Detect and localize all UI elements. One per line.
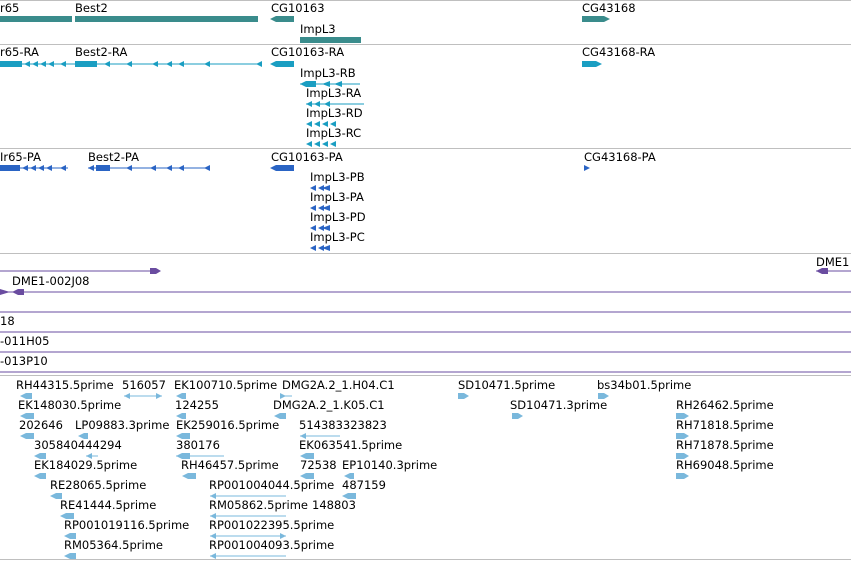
feature-label[interactable]: CG10163 (271, 2, 325, 15)
feature-label[interactable]: 305840444294 (34, 439, 122, 452)
feature-label[interactable]: RH44315.5prime (16, 379, 114, 392)
feature-label[interactable]: EK063541.5prime (299, 439, 402, 452)
feature-label[interactable]: LP09883.3prime (75, 419, 169, 432)
feature-label[interactable]: ImpL3 (300, 23, 336, 36)
feature-label[interactable]: CG10163-RA (271, 46, 344, 59)
feature-label[interactable]: RH71878.5prime (676, 439, 774, 452)
feature-label[interactable]: RH71818.5prime (676, 419, 774, 432)
feature-label[interactable]: RP001019116.5prime (64, 519, 189, 532)
feature-label[interactable]: ImpL3-RA (306, 87, 361, 100)
clone-track-glyphs (0, 268, 851, 373)
feature-label[interactable]: ImpL3-PA (310, 191, 364, 204)
feature-label[interactable]: 72538 (300, 459, 337, 472)
feature-label[interactable]: 514383323823 (299, 419, 387, 432)
feature-label[interactable]: 148803 (312, 499, 356, 512)
feature-label[interactable]: r65-RA (0, 46, 39, 59)
feature-glyphs (0, 16, 851, 559)
protein-track-glyphs (0, 165, 590, 251)
gene-bar-r65 (0, 16, 72, 22)
feature-label[interactable]: 487159 (342, 479, 386, 492)
feature-label[interactable]: 124255 (175, 399, 219, 412)
feature-label[interactable]: SD10471.5prime (458, 379, 555, 392)
feature-label[interactable]: CG43168-RA (582, 46, 655, 59)
feature-label[interactable]: EK259016.5prime (176, 419, 279, 432)
feature-label[interactable]: RP001004044.5prime (209, 479, 334, 492)
feature-label[interactable]: RM05862.5prime (209, 499, 308, 512)
feature-label[interactable]: CG43168 (582, 2, 636, 15)
feature-label[interactable]: EK148030.5prime (18, 399, 121, 412)
feature-label[interactable]: CG43168-PA (584, 151, 656, 164)
feature-label[interactable]: Best2-PA (88, 151, 139, 164)
feature-label[interactable]: RE28065.5prime (50, 479, 146, 492)
feature-label[interactable]: RH46457.5prime (181, 459, 279, 472)
feature-label[interactable]: 202646 (19, 419, 63, 432)
feature-label[interactable]: 380176 (176, 439, 220, 452)
feature-label[interactable]: Ir65-PA (0, 151, 41, 164)
feature-label[interactable]: ImpL3-RB (300, 67, 356, 80)
feature-label[interactable]: ImpL3-PC (310, 231, 365, 244)
feature-label[interactable]: ImpL3-PB (310, 171, 365, 184)
feature-label[interactable]: CG10163-PA (271, 151, 343, 164)
feature-label[interactable]: RP001004093.5prime (209, 539, 334, 552)
feature-label[interactable]: RH26462.5prime (676, 399, 774, 412)
feature-label[interactable]: DME1-002J08 (12, 275, 90, 288)
feature-label[interactable]: Best2-RA (75, 46, 127, 59)
gene-bar-impl3 (300, 37, 361, 43)
feature-label[interactable]: Best2 (75, 2, 108, 15)
feature-label[interactable]: DMG2A.2_1.K05.C1 (273, 399, 385, 412)
gene-bar-best2 (75, 16, 258, 22)
feature-label[interactable]: 516057 (122, 379, 166, 392)
feature-label[interactable]: -013P10 (0, 355, 48, 368)
feature-label[interactable]: bs34b01.5prime (597, 379, 691, 392)
feature-label[interactable]: EK184029.5prime (34, 459, 137, 472)
feature-label[interactable]: RP001022395.5prime (209, 519, 334, 532)
feature-label[interactable]: RE41444.5prime (60, 499, 156, 512)
feature-label[interactable]: EP10140.3prime (342, 459, 437, 472)
feature-label[interactable]: -011H05 (0, 335, 49, 348)
feature-label[interactable]: ImpL3-PD (310, 211, 366, 224)
gene-bar-cg43168 (582, 16, 610, 22)
feature-label[interactable]: SD10471.3prime (510, 399, 607, 412)
feature-label[interactable]: DMG2A.2_1.H04.C1 (282, 379, 395, 392)
feature-label[interactable]: EK100710.5prime (174, 379, 277, 392)
feature-label[interactable]: RM05364.5prime (64, 539, 163, 552)
feature-label[interactable]: ImpL3-RC (306, 127, 361, 140)
feature-label[interactable]: r65 (0, 2, 19, 15)
feature-label[interactable]: RH69048.5prime (676, 459, 774, 472)
feature-label[interactable]: ImpL3-RD (306, 107, 363, 120)
feature-label[interactable]: DME1 (816, 256, 849, 269)
gene-bar-cg10163 (270, 16, 294, 22)
feature-label[interactable]: 18 (0, 315, 15, 328)
